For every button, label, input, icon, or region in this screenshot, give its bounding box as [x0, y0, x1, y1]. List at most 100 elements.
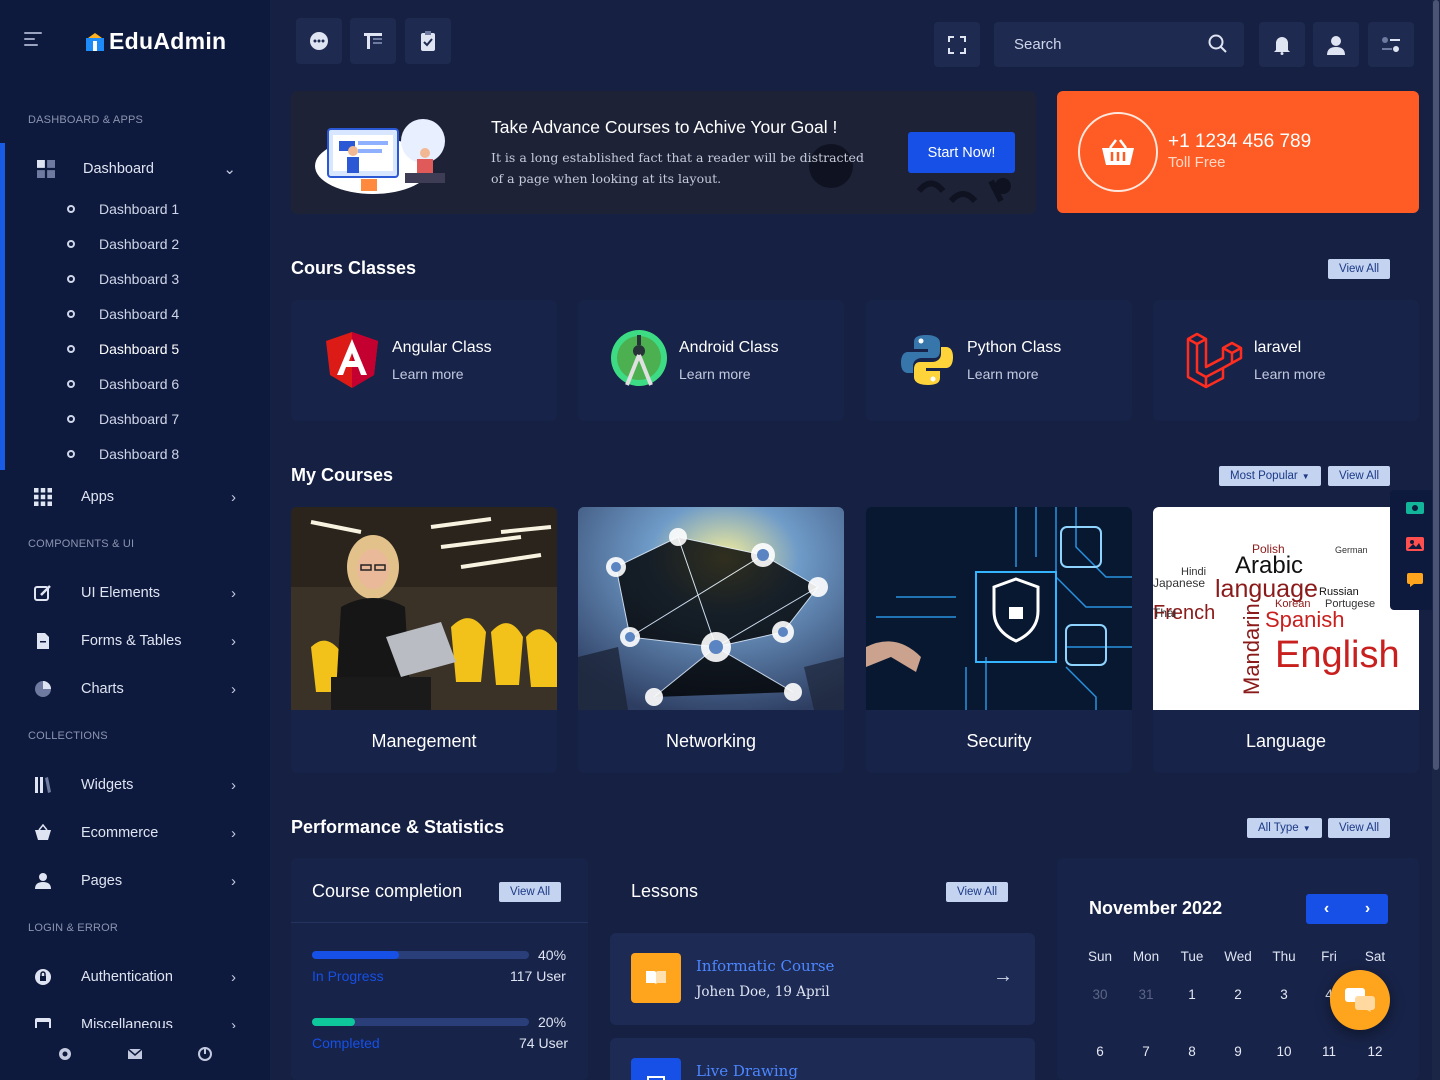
completed-label[interactable]: Completed [312, 1035, 380, 1051]
fullscreen-button[interactable] [934, 22, 980, 67]
page-scrollbar[interactable] [1432, 0, 1440, 1080]
start-now-button[interactable]: Start Now! [908, 132, 1015, 173]
toll-free-card[interactable]: +1 1234 456 789 Toll Free [1057, 91, 1419, 213]
sidebar-sub-dashboard-1[interactable]: Dashboard 1 [0, 191, 270, 226]
sidebar-item-ui-elements[interactable]: UI Elements › [0, 573, 270, 613]
chevron-right-icon[interactable]: › [1347, 894, 1388, 924]
notification-button[interactable] [1259, 22, 1305, 67]
chevron-right-icon: › [231, 632, 236, 650]
calendar-day[interactable]: 8 [1169, 1044, 1215, 1059]
basket-circle [1078, 112, 1158, 192]
menu-toggle-icon[interactable] [24, 32, 42, 48]
search-input[interactable] [994, 36, 1194, 53]
course-card-language[interactable]: Hindi Arabic Japanese language French Sp… [1153, 507, 1419, 773]
learn-more-link[interactable]: Learn more [1254, 366, 1326, 382]
calendar-day[interactable]: 6 [1077, 1044, 1123, 1059]
mail-icon[interactable] [127, 1047, 143, 1061]
course-card-networking[interactable]: Networking [578, 507, 844, 773]
weekday-label: Wed [1224, 949, 1252, 964]
sidebar-item-ecommerce[interactable]: Ecommerce › [0, 813, 270, 853]
weekday-label: Sat [1364, 949, 1386, 964]
section-dashboard-apps: Dashboard & Apps [28, 114, 144, 126]
lessons-view-all-button[interactable]: View All [946, 882, 1009, 902]
sidebar-sub-label: Dashboard 3 [99, 270, 180, 287]
profile-button[interactable] [1313, 22, 1359, 67]
sidebar-sub-dashboard-3[interactable]: Dashboard 3 [0, 261, 270, 296]
clipboard-button[interactable] [405, 18, 451, 64]
all-type-dropdown[interactable]: All Type ▼ [1247, 818, 1322, 838]
learn-more-link[interactable]: Learn more [679, 366, 751, 382]
learn-more-link[interactable]: Learn more [392, 366, 464, 382]
class-card-angular[interactable]: Angular Class Learn more [291, 300, 557, 421]
sidebar-item-apps[interactable]: Apps › [0, 477, 270, 517]
learn-more-link[interactable]: Learn more [967, 366, 1039, 382]
bullet-icon [67, 414, 75, 423]
calendar-day[interactable]: 11 [1306, 1044, 1352, 1059]
sidebar-sub-dashboard-7[interactable]: Dashboard 7 [0, 401, 270, 436]
sidebar-item-charts[interactable]: Charts › [0, 669, 270, 709]
app-logo[interactable]: EduAdmin [86, 28, 226, 55]
class-card-python[interactable]: Python Class Learn more [866, 300, 1132, 421]
calendar-day[interactable]: 1 [1169, 987, 1215, 1002]
most-popular-dropdown[interactable]: Most Popular ▼ [1219, 466, 1321, 486]
sidebar-sub-dashboard-6[interactable]: Dashboard 6 [0, 366, 270, 401]
sidebar-item-widgets[interactable]: Widgets › [0, 765, 270, 805]
class-card-android[interactable]: Android Class Learn more [578, 300, 844, 421]
calendar-day[interactable]: 7 [1123, 1044, 1169, 1059]
completed-users: 74 User [519, 1035, 569, 1051]
calendar-day[interactable]: 10 [1261, 1044, 1307, 1059]
calendar-day[interactable]: 12 [1352, 1044, 1398, 1059]
library-icon [35, 777, 51, 793]
sidebar-footer [0, 1028, 270, 1080]
class-name: laravel [1254, 339, 1302, 356]
calendar-day[interactable]: 31 [1123, 987, 1169, 1002]
language-word: Russian [1319, 586, 1359, 598]
sidebar-item-pages[interactable]: Pages › [0, 861, 270, 901]
lesson-item[interactable]: Live Drawing [610, 1038, 1035, 1080]
course-card-security[interactable]: Security [866, 507, 1132, 773]
sidebar-item-label: Apps [81, 489, 115, 505]
chevron-left-icon[interactable]: ‹ [1306, 894, 1347, 924]
courses-view-all-button[interactable]: View All [1328, 466, 1391, 486]
lesson-item[interactable]: Informatic Course Johen Doe, 19 April → [610, 933, 1035, 1025]
performance-view-all-button[interactable]: View All [1328, 818, 1391, 838]
sidebar-item-label: Pages [81, 873, 123, 889]
sidebar-sub-dashboard-8[interactable]: Dashboard 8 [0, 436, 270, 471]
sidebar-sub-dashboard-4[interactable]: Dashboard 4 [0, 296, 270, 331]
flag-button[interactable] [350, 18, 396, 64]
sidebar-item-forms-tables[interactable]: Forms & Tables › [0, 621, 270, 661]
calendar-day[interactable]: 3 [1261, 987, 1307, 1002]
lock-icon [35, 969, 51, 985]
sidebar-item-authentication[interactable]: Authentication › [0, 957, 270, 997]
sidebar-item-label: Forms & Tables [81, 633, 182, 649]
basket-icon [35, 824, 51, 840]
sidebar-item-dashboard[interactable]: Dashboard ⌄ [0, 149, 270, 189]
sidebar-header: EduAdmin [0, 0, 270, 86]
calendar-day[interactable]: 9 [1215, 1044, 1261, 1059]
scrollbar-thumb[interactable] [1433, 0, 1439, 770]
calendar-day[interactable]: 30 [1077, 987, 1123, 1002]
language-word: Thai [1153, 606, 1176, 620]
completion-view-all-button[interactable]: View All [499, 882, 562, 902]
in-progress-label[interactable]: In Progress [312, 968, 384, 984]
apps-grid-icon [34, 488, 52, 506]
lesson-name[interactable]: Informatic Course [696, 957, 834, 975]
section-collections: Collections [28, 730, 108, 742]
settings-button[interactable] [1368, 22, 1414, 67]
chat-button[interactable] [296, 18, 342, 64]
arrow-right-icon[interactable]: → [993, 965, 1013, 988]
lesson-name[interactable]: Live Drawing [696, 1062, 798, 1080]
search-icon[interactable] [1208, 34, 1228, 54]
settings-gear-icon[interactable] [57, 1046, 73, 1062]
online-course-illustration [315, 119, 445, 194]
sidebar-sub-dashboard-5[interactable]: Dashboard 5 [0, 331, 270, 366]
sidebar-sub-dashboard-2[interactable]: Dashboard 2 [0, 226, 270, 261]
course-card-management[interactable]: Manegement [291, 507, 557, 773]
calendar-nav: ‹ › [1306, 894, 1388, 924]
class-card-laravel[interactable]: laravel Learn more [1153, 300, 1419, 421]
classes-view-all-button[interactable]: View All [1328, 259, 1391, 279]
calendar-day[interactable]: 2 [1215, 987, 1261, 1002]
chat-fab-button[interactable] [1330, 970, 1390, 1030]
calendar-month-title: November 2022 [1089, 898, 1223, 918]
power-icon[interactable] [197, 1046, 213, 1062]
